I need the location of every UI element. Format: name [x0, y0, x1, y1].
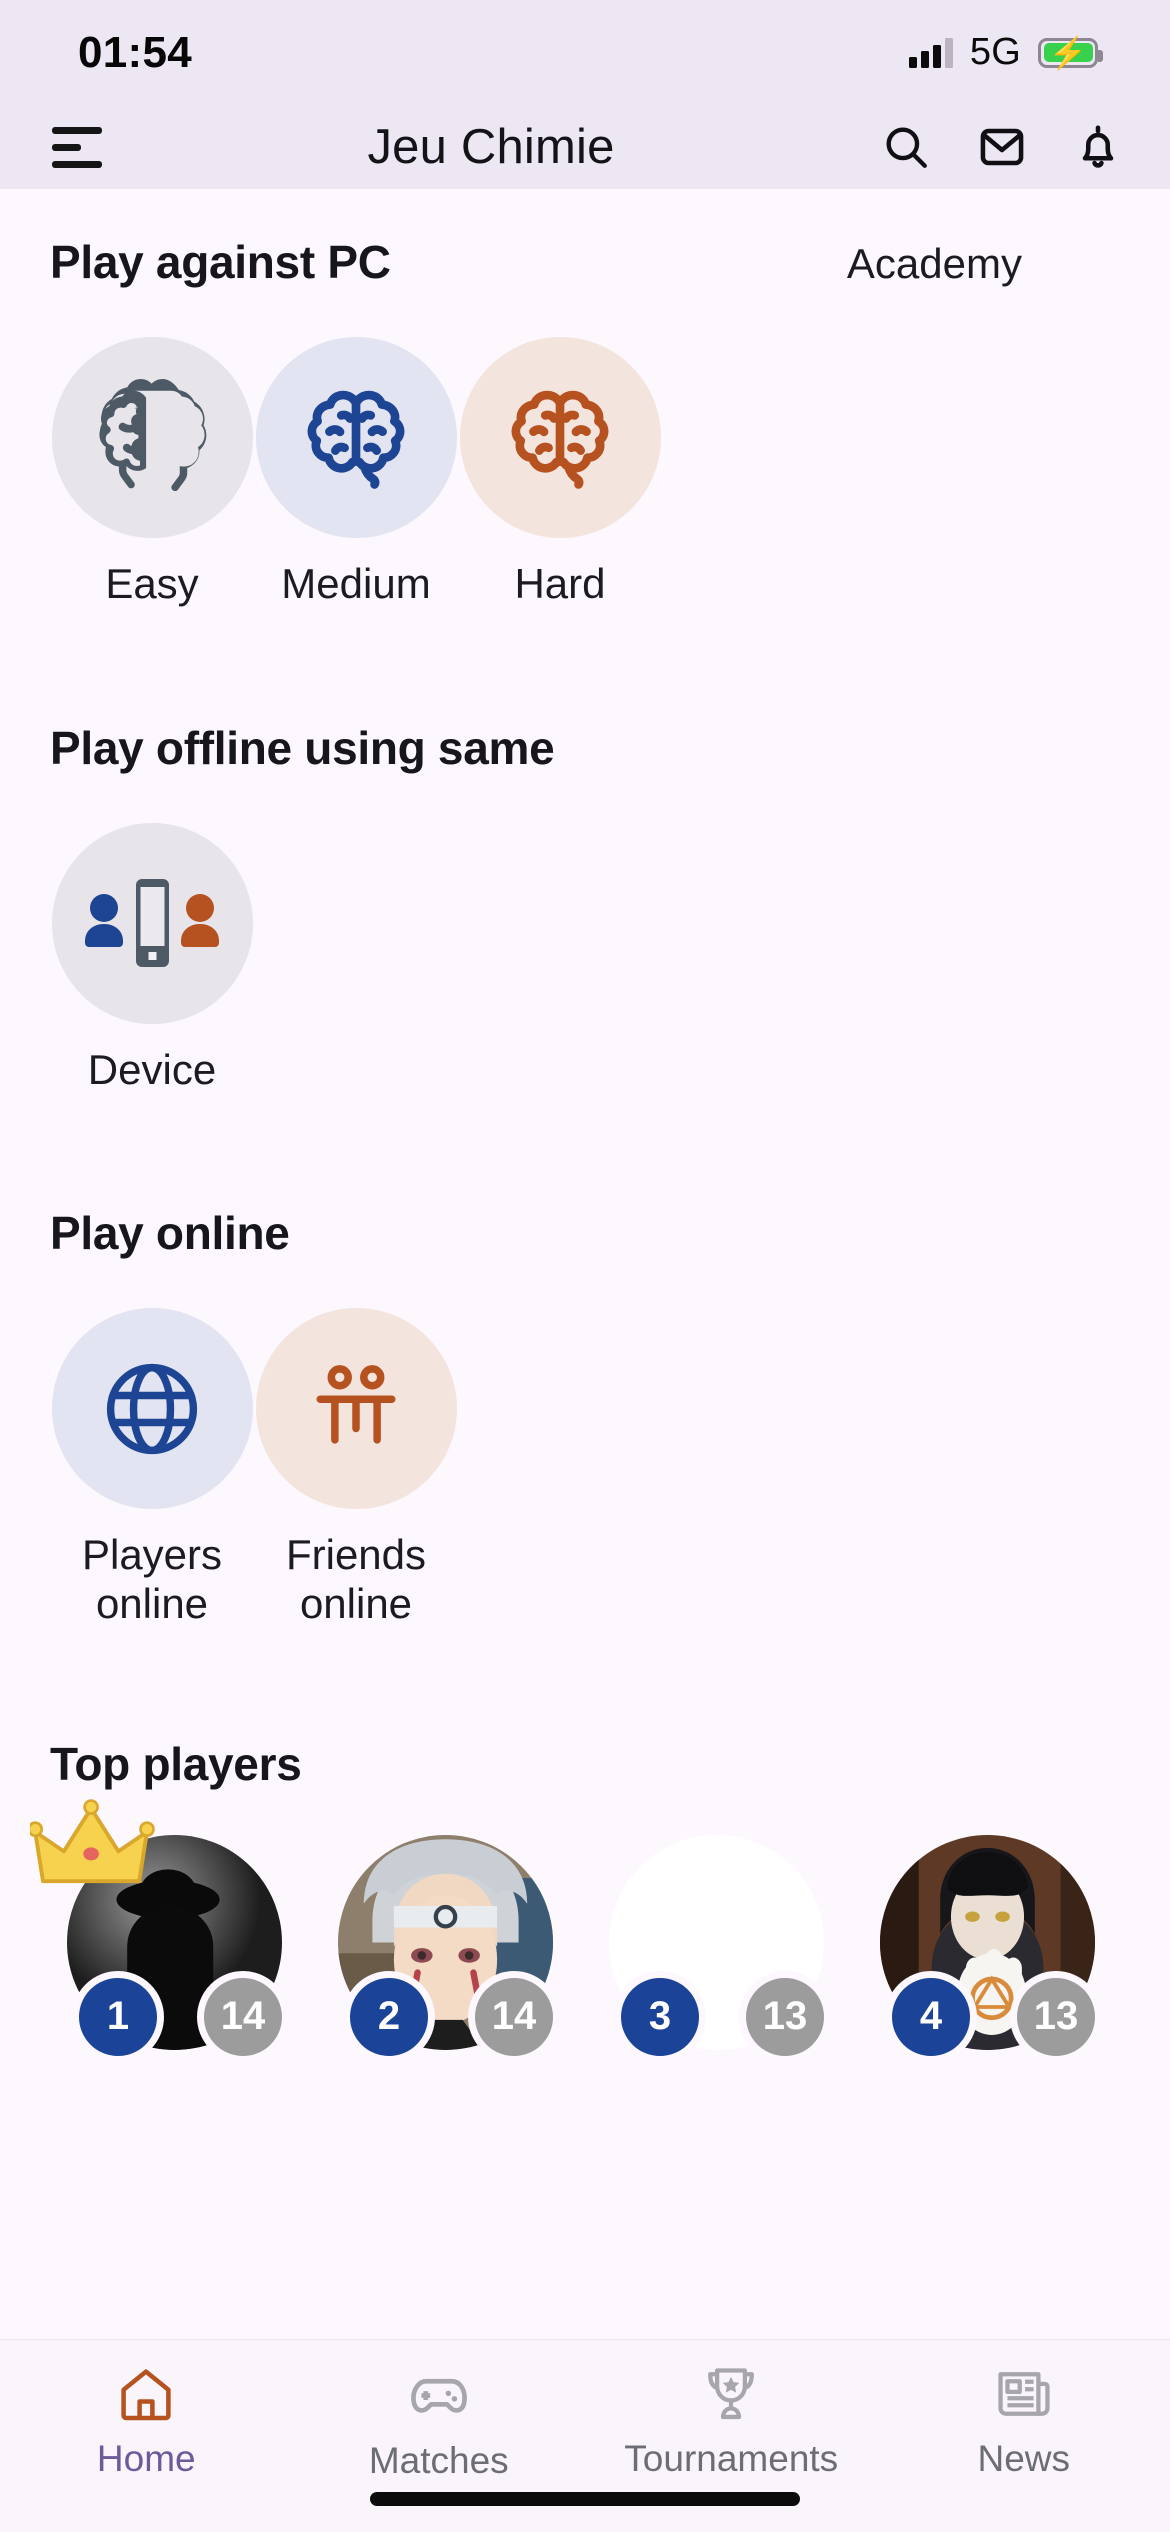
section-header-play-against-pc: Play against PC Academy: [0, 235, 1170, 289]
tile-label: Players online: [82, 1531, 222, 1628]
rank-badge: 1: [72, 1970, 164, 2063]
page-title: Jeu Chimie: [367, 120, 615, 174]
score-badge: 13: [739, 1970, 831, 2063]
nav-label: News: [977, 2438, 1071, 2479]
online-tile-friends-online[interactable]: Friends online: [254, 1308, 458, 1628]
offline-tiles: Device: [0, 822, 1170, 1095]
status-indicators: 5G ⚡: [908, 31, 1103, 74]
section-title: Play offline using same: [50, 721, 555, 774]
globe-icon: [106, 1363, 198, 1455]
section-title: Play against PC: [50, 236, 391, 288]
tile-icon-wrap: [51, 1308, 253, 1510]
status-time: 01:54: [78, 27, 193, 77]
section-title: Play online: [50, 1207, 290, 1260]
difficulty-tile-easy[interactable]: Easy: [50, 337, 254, 609]
bell-icon[interactable]: [1072, 121, 1124, 173]
home-indicator: [370, 2492, 800, 2506]
tile-label: Device: [87, 1045, 217, 1093]
tile-icon-wrap: [255, 337, 457, 538]
home-icon: [121, 2369, 171, 2421]
difficulty-tiles: Easy Medium Hard: [0, 337, 1170, 609]
section-title: Top players: [50, 1737, 302, 1790]
app-screen: 01:54 5G ⚡ Jeu Chimie Play against PC Ac…: [0, 0, 1170, 2532]
battery-charging-icon: ⚡: [1038, 37, 1103, 68]
app-bar-actions: [880, 121, 1124, 173]
tile-icon-wrap: [51, 337, 253, 538]
top-player-item[interactable]: 4 13: [863, 1834, 1110, 2063]
nav-item-home[interactable]: Home: [0, 2362, 293, 2480]
brain-icon: [99, 378, 207, 491]
status-bar: 01:54 5G ⚡: [0, 0, 1170, 105]
tile-label: Friends online: [286, 1531, 426, 1628]
rank-badge: 4: [885, 1970, 977, 2063]
nav-label: Matches: [368, 2440, 509, 2481]
crown-icon: [30, 1799, 155, 1884]
nav-item-matches[interactable]: Matches: [293, 2362, 586, 2482]
tile-label-line2: online: [95, 1580, 209, 1628]
nav-label: Tournaments: [624, 2438, 839, 2479]
tile-label: Easy: [105, 560, 199, 607]
score-badge: 14: [468, 1970, 560, 2063]
top-players-row: 1 14 2 14 3 13 4 13: [0, 1799, 1170, 2063]
section-header-play-online: Play online: [0, 1206, 1170, 1260]
difficulty-tile-medium[interactable]: Medium: [254, 337, 458, 609]
network-type-label: 5G: [969, 31, 1021, 73]
top-player-item[interactable]: 1 14: [30, 1799, 297, 2063]
nav-item-tournaments[interactable]: Tournaments: [585, 2362, 878, 2480]
nav-label: Home: [96, 2438, 196, 2479]
brain-icon: [511, 390, 609, 489]
friends-icon: [316, 1365, 396, 1444]
main-content: Play against PC Academy Easy Medium Hard…: [0, 189, 1170, 2339]
tile-label: Hard: [514, 560, 606, 607]
tile-icon-wrap: [51, 822, 253, 1024]
rank-badge: 3: [614, 1970, 706, 2063]
tile-label-line1: Players: [81, 1531, 223, 1579]
top-player-item[interactable]: 3 13: [592, 1834, 839, 2063]
top-player-item[interactable]: 2 14: [321, 1834, 568, 2063]
section-header-top-players: Top players: [0, 1737, 1170, 1791]
online-tile-players-online[interactable]: Players online: [50, 1308, 254, 1628]
brain-icon: [307, 390, 405, 489]
rank-badge: 2: [343, 1970, 435, 2063]
same-device-icon: [85, 879, 219, 968]
section-header-play-offline: Play offline using same: [0, 721, 1170, 775]
tile-label: Medium: [281, 560, 431, 607]
gamepad-icon: [410, 2378, 467, 2413]
academy-link[interactable]: Academy: [847, 240, 1022, 288]
difficulty-tile-hard[interactable]: Hard: [458, 337, 662, 609]
nav-item-news[interactable]: News: [878, 2362, 1170, 2480]
online-tiles: Players online Friends online: [0, 1308, 1170, 1628]
tile-label-line1: Friends: [285, 1531, 427, 1579]
tile-label-line2: online: [299, 1580, 413, 1628]
app-bar: Jeu Chimie: [0, 105, 1170, 189]
newspaper-icon: [998, 2372, 1050, 2416]
mail-icon[interactable]: [976, 121, 1028, 173]
tile-icon-wrap: [255, 1308, 457, 1510]
offline-tile-device[interactable]: Device: [50, 822, 254, 1095]
tile-icon-wrap: [459, 337, 661, 538]
search-icon[interactable]: [880, 121, 932, 173]
score-badge: 14: [197, 1970, 289, 2063]
trophy-icon: [708, 2368, 755, 2420]
score-badge: 13: [1010, 1970, 1102, 2063]
hamburger-menu-icon[interactable]: [52, 125, 108, 169]
signal-bars-icon: [908, 37, 953, 68]
